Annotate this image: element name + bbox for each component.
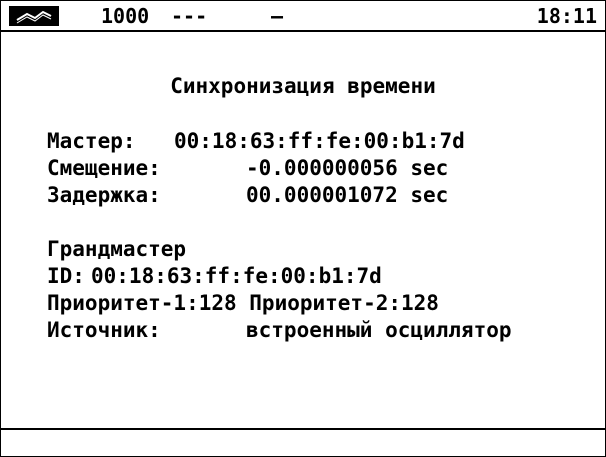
time-sync-screen: 1000 --- – 18:11 Синхронизация времени М…	[0, 0, 606, 457]
grandmaster-heading: Грандмастер	[47, 237, 187, 261]
delay-value: 00.000001072 sec	[246, 183, 449, 207]
signal-icon	[9, 6, 59, 26]
status-bar: 1000 --- – 18:11	[1, 1, 605, 32]
grandmaster-source-value: встроенный осциллятор	[246, 318, 512, 342]
grandmaster-priorities: Приоритет-1:128 Приоритет-2:128	[47, 291, 439, 315]
offset-value: -0.000000056 sec	[246, 156, 449, 180]
grandmaster-id-label: ID:	[47, 264, 85, 288]
grandmaster-source-label: Источник:	[47, 318, 161, 342]
link-speed: 1000	[101, 4, 150, 28]
page-title: Синхронизация времени	[170, 74, 436, 98]
master-value: 00:18:63:ff:fe:00:b1:7d	[174, 129, 465, 153]
master-label: Мастер:	[47, 129, 136, 153]
offset-label: Смещение:	[47, 156, 161, 180]
grandmaster-id-value: 00:18:63:ff:fe:00:b1:7d	[91, 264, 382, 288]
delay-label: Задержка:	[47, 183, 161, 207]
clock: 18:11	[536, 4, 597, 28]
status-dashes: ---	[171, 4, 208, 28]
footer-divider	[1, 428, 605, 430]
status-dash: –	[271, 4, 284, 28]
